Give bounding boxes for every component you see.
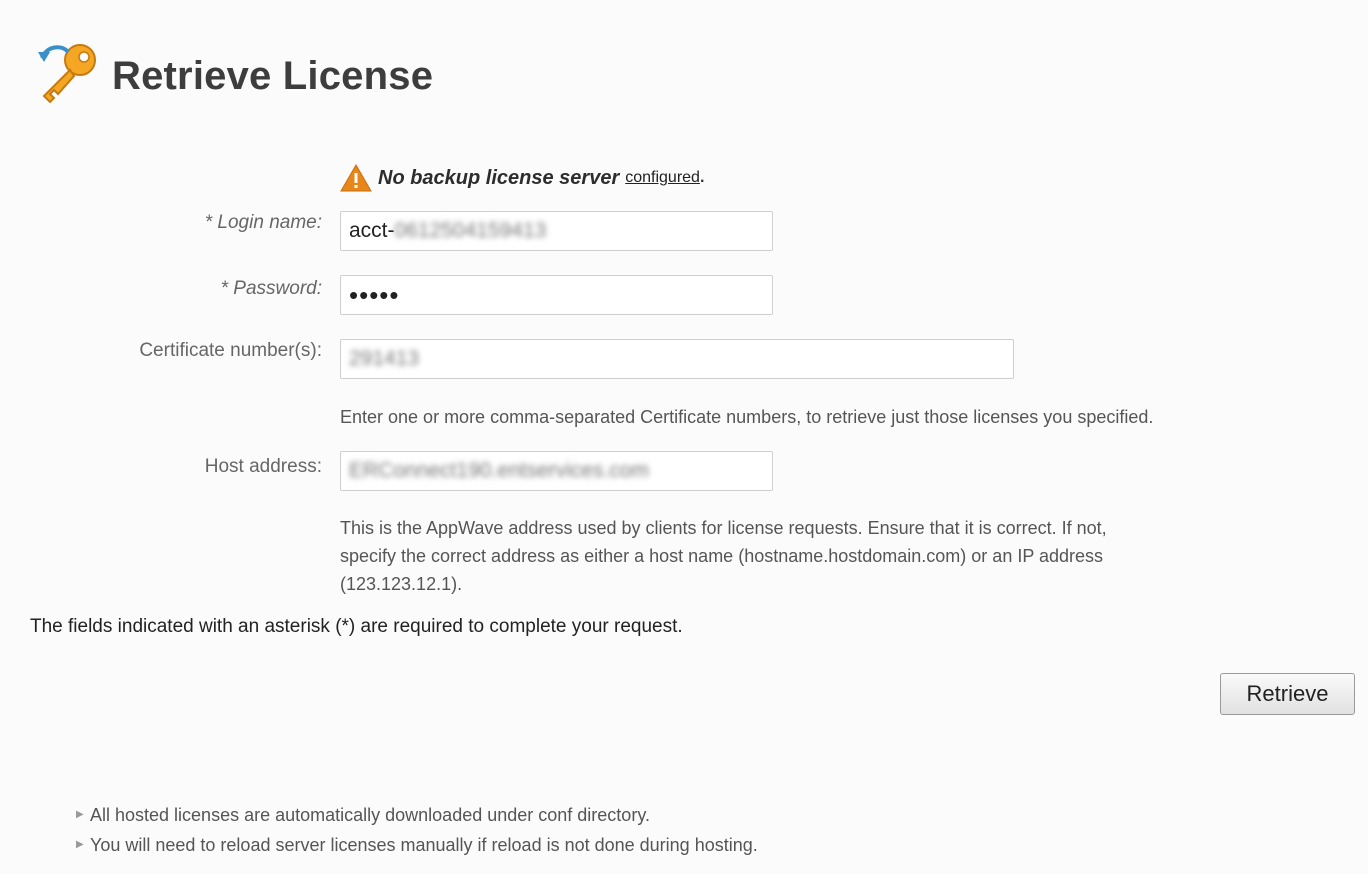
note-text: You will need to reload server licenses … <box>90 835 758 855</box>
configured-link[interactable]: configured <box>625 169 700 187</box>
required-fields-note: The fields indicated with an asterisk (*… <box>30 616 683 637</box>
host-address-input[interactable]: ERConnect190.entservices.com <box>340 451 773 491</box>
host-address-value: ERConnect190.entservices.com <box>349 459 649 482</box>
host-help-line-2: specify the correct address as either a … <box>340 546 1104 566</box>
login-name-value: acct- <box>349 219 395 242</box>
page-title: Retrieve License <box>112 54 434 98</box>
host-help-line-1: This is the AppWave address used by clie… <box>340 518 1107 538</box>
warning-text: No backup license server <box>378 166 620 189</box>
login-name-obscured: 0612504159413 <box>394 219 547 242</box>
host-address-label: Host address: <box>204 456 322 477</box>
host-address-help: This is the AppWave address used by clie… <box>340 514 1107 598</box>
backup-server-warning: No backup license server configured . <box>340 163 704 193</box>
password-label: * Password: <box>220 278 322 299</box>
warning-triangle-icon <box>340 164 372 192</box>
retrieve-button[interactable]: Retrieve <box>1220 673 1355 715</box>
certificate-numbers-input[interactable]: 291413 <box>340 339 1014 379</box>
certificate-numbers-help: Enter one or more comma-separated Certif… <box>340 407 1154 427</box>
warning-suffix: . <box>699 169 705 186</box>
login-name-label: * Login name: <box>204 212 322 233</box>
password-input[interactable]: ••••• <box>340 275 773 315</box>
host-help-line-3: (123.123.12.1). <box>340 574 463 594</box>
bullet-arrow-icon: ▶ <box>76 839 84 850</box>
login-name-input[interactable]: acct- 0612504159413 <box>340 211 773 251</box>
bullet-arrow-icon: ▶ <box>76 809 84 820</box>
note-text: All hosted licenses are automatically do… <box>90 805 650 825</box>
password-value: ••••• <box>349 279 400 310</box>
certificate-numbers-value: 291413 <box>349 347 420 370</box>
list-item: ▶ All hosted licenses are automatically … <box>76 800 758 830</box>
certificate-numbers-label: Certificate number(s): <box>139 340 322 361</box>
key-icon <box>38 44 96 104</box>
notes-list: ▶ All hosted licenses are automatically … <box>76 800 758 860</box>
list-item: ▶ You will need to reload server license… <box>76 830 758 860</box>
